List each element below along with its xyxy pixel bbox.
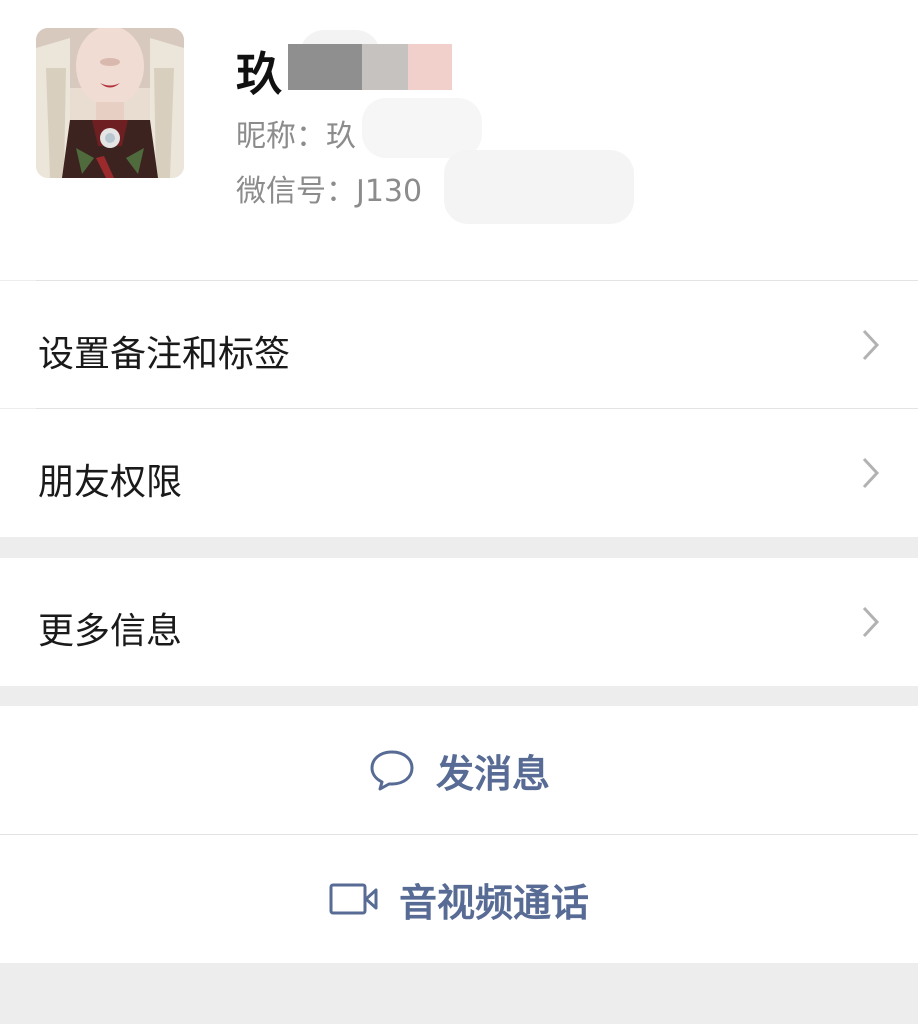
avatar-image [36,28,184,178]
menu-row-label: 设置备注和标签 [38,334,291,375]
send-message-button[interactable]: 发消息 [0,706,918,834]
send-message-label: 发消息 [435,751,550,796]
contact-profile-page: 玖 昵称：玖 微信号：J130 设置备注和标签 朋友权限 更多信息 发消息 音视… [0,0,918,1024]
chevron-right-icon [862,457,880,489]
profile-header: 玖 昵称：玖 微信号：J130 [0,0,918,280]
chat-bubble-icon [370,750,414,791]
redaction-mosaic [408,44,452,90]
menu-row-label: 朋友权限 [38,462,183,503]
redaction-blur [362,98,482,158]
contact-nickname: 昵称：玖 [236,119,356,154]
menu-row-friend-permissions[interactable]: 朋友权限 [0,409,918,537]
menu-row-remark-tags[interactable]: 设置备注和标签 [0,281,918,408]
redaction-mosaic [288,44,362,90]
video-camera-icon [329,883,378,915]
video-call-button[interactable]: 音视频通话 [0,835,918,963]
contact-wechat-id: 微信号：J130 [236,174,423,209]
redaction-mosaic [362,44,408,90]
menu-row-more-info[interactable]: 更多信息 [0,558,918,686]
contact-name: 玖 [236,47,283,101]
menu-row-label: 更多信息 [38,611,183,652]
chevron-right-icon [862,606,880,638]
chevron-right-icon [862,329,880,361]
redaction-blur [444,150,634,224]
video-call-label: 音视频通话 [398,880,589,925]
avatar[interactable] [36,28,184,178]
